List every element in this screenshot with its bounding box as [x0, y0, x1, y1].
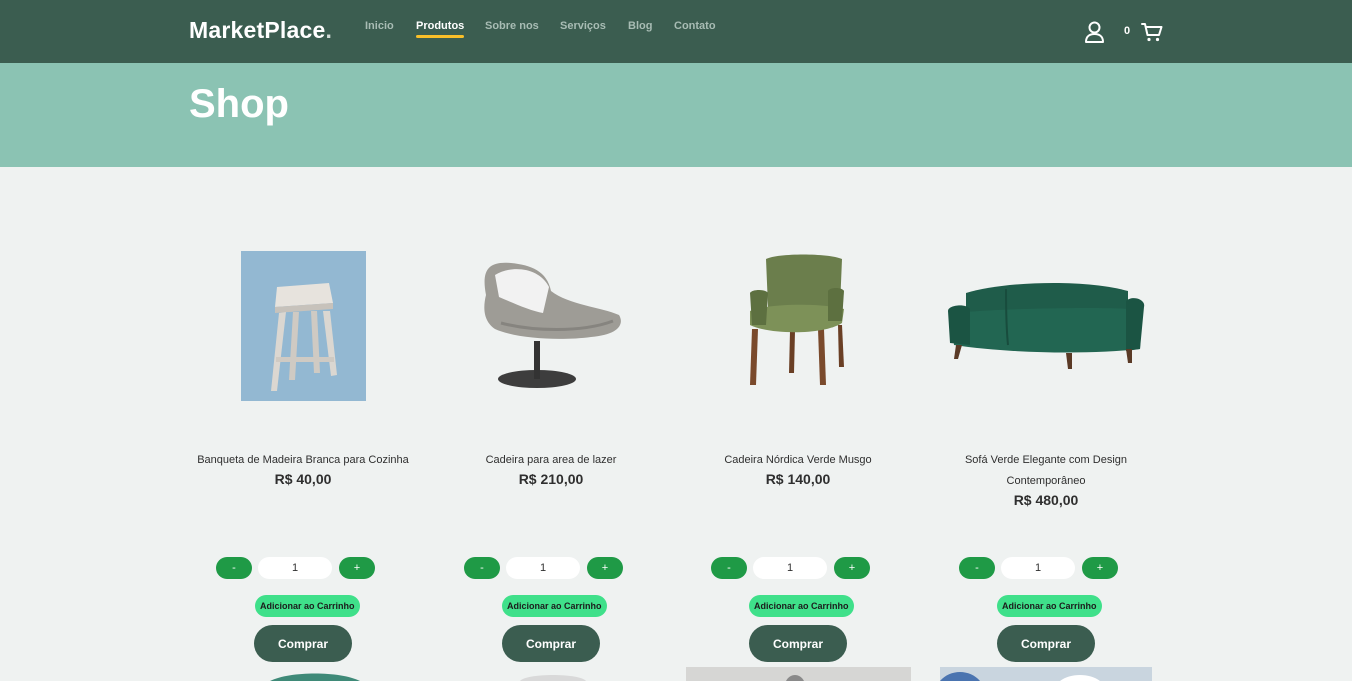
nav-label: Sobre nos — [485, 20, 539, 32]
add-to-cart-button[interactable]: Adicionar ao Carrinho — [255, 595, 360, 617]
buy-button[interactable]: Comprar — [254, 625, 352, 662]
quantity-decrement-button[interactable]: - — [216, 557, 252, 579]
product-card: Cadeira para area de lazer R$ 210,00 - +… — [431, 245, 671, 681]
buy-button[interactable]: Comprar — [997, 625, 1095, 662]
brand-name: MarketPlace — [189, 17, 326, 43]
quantity-input[interactable] — [506, 557, 580, 579]
nav-label: Produtos — [416, 20, 465, 32]
buy-button[interactable]: Comprar — [502, 625, 600, 662]
brand-logo[interactable]: MarketPlace. — [189, 17, 332, 44]
product-image-lounge-chair[interactable] — [431, 245, 671, 410]
quantity-decrement-button[interactable]: - — [464, 557, 500, 579]
add-to-cart-button[interactable]: Adicionar ao Carrinho — [502, 595, 607, 617]
cart-count: 0 — [1124, 25, 1131, 37]
quantity-increment-button[interactable]: + — [834, 557, 870, 579]
nav-link-produtos[interactable]: Produtos — [416, 20, 465, 38]
product-image-green-chair[interactable] — [678, 245, 918, 410]
cart-icon[interactable] — [1141, 22, 1163, 42]
product-name: Banqueta de Madeira Branca para Cozinha — [197, 454, 409, 466]
product-image-green-sofa[interactable] — [926, 245, 1166, 410]
product-name: Cadeira para area de lazer — [485, 454, 617, 466]
add-to-cart-button[interactable]: Adicionar ao Carrinho — [749, 595, 854, 617]
buy-button[interactable]: Comprar — [749, 625, 847, 662]
product-name: Cadeira Nórdica Verde Musgo — [724, 454, 872, 466]
product-card: Banqueta de Madeira Branca para Cozinha … — [183, 245, 423, 681]
nav-link-sobre-nos[interactable]: Sobre nos — [485, 20, 539, 32]
product-image-partial[interactable] — [940, 667, 1152, 681]
product-card: Cadeira Nórdica Verde Musgo R$ 140,00 - … — [678, 245, 918, 681]
nav-label: Blog — [628, 20, 653, 32]
nav-active-indicator — [416, 35, 465, 38]
quantity-input[interactable] — [753, 557, 827, 579]
nav-label: Contato — [674, 20, 716, 32]
navbar: MarketPlace. Inicio Produtos Sobre nos S… — [0, 0, 1352, 63]
nav-label: Inicio — [365, 20, 394, 32]
product-name: Sofá Verde Elegante com Design Contempor… — [964, 454, 1128, 487]
product-image-partial[interactable] — [516, 667, 590, 681]
product-card: Sofá Verde Elegante com Design Contempor… — [926, 245, 1166, 681]
nav-link-contato[interactable]: Contato — [674, 20, 716, 32]
quantity-increment-button[interactable]: + — [1082, 557, 1118, 579]
quantity-increment-button[interactable]: + — [339, 557, 375, 579]
product-image-partial[interactable] — [686, 667, 911, 681]
quantity-decrement-button[interactable]: - — [959, 557, 995, 579]
quantity-input[interactable] — [258, 557, 332, 579]
product-image-stool[interactable] — [183, 245, 423, 410]
product-price: R$ 480,00 — [1013, 492, 1079, 508]
add-to-cart-button[interactable]: Adicionar ao Carrinho — [997, 595, 1102, 617]
product-price: R$ 140,00 — [765, 471, 831, 487]
product-price: R$ 210,00 — [518, 471, 584, 487]
nav-link-servicos[interactable]: Serviços — [560, 20, 606, 32]
product-image-partial[interactable] — [270, 667, 360, 681]
hero-banner: Shop — [0, 63, 1352, 167]
nav-label: Serviços — [560, 20, 606, 32]
product-price: R$ 40,00 — [274, 471, 332, 487]
quantity-decrement-button[interactable]: - — [711, 557, 747, 579]
quantity-input[interactable] — [1001, 557, 1075, 579]
brand-dot: . — [325, 17, 333, 43]
page-title: Shop — [189, 82, 289, 126]
nav-link-inicio[interactable]: Inicio — [365, 20, 394, 32]
nav-link-blog[interactable]: Blog — [628, 20, 652, 32]
quantity-increment-button[interactable]: + — [587, 557, 623, 579]
user-icon[interactable] — [1084, 21, 1105, 43]
